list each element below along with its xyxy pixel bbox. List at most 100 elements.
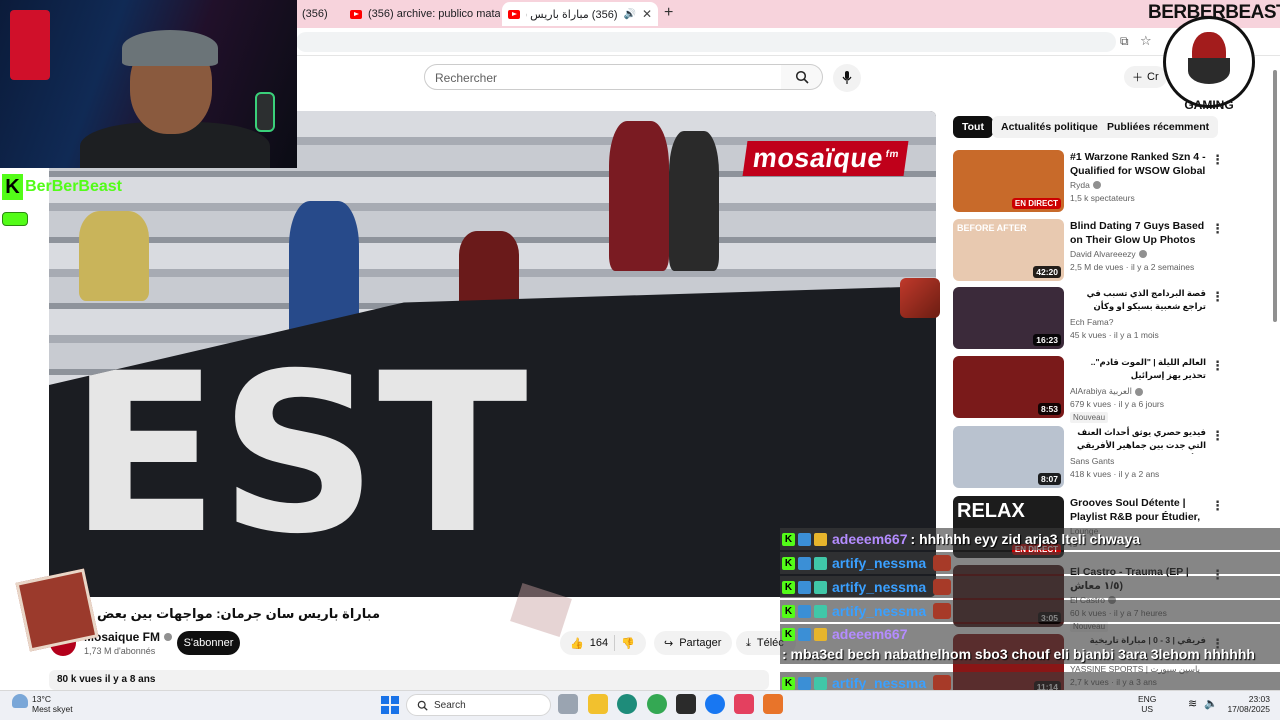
recommended-title[interactable]: Grooves Soul Détente | Playlist R&B pour… (1070, 496, 1206, 524)
recommended-channel[interactable]: David Alvareeezy (1070, 249, 1147, 259)
wifi-icon[interactable]: ≋ (1188, 697, 1197, 710)
close-tab-icon[interactable]: ✕ (642, 7, 652, 21)
video-thumbnail[interactable]: EN DIRECT (953, 150, 1064, 212)
verified-icon (1134, 387, 1143, 396)
file-explorer-icon[interactable] (588, 694, 608, 714)
recommended-title[interactable]: فيديو حصري يوثق أحداث العنف التي جدت بين… (1070, 426, 1206, 454)
video-thumbnail[interactable]: 8:07 (953, 426, 1064, 488)
tab-1[interactable]: (356) (296, 2, 344, 26)
new-tab-button[interactable]: + (664, 4, 673, 22)
like-dislike-group: 👍 164 👎 (560, 631, 646, 655)
facebook-icon[interactable] (705, 694, 725, 714)
chip-recent[interactable]: Publiées récemment (1098, 116, 1219, 138)
search-input[interactable]: Rechercher (424, 64, 782, 90)
watermark-fm: fm (884, 149, 900, 160)
clock[interactable]: 23:03 17/08/2025 (1226, 694, 1270, 714)
recommended-channel[interactable]: Ryda (1070, 180, 1101, 190)
chip-all[interactable]: Tout (953, 116, 993, 138)
chat-text: : mba3ed bech nabathelhom sbo3 chouf eli… (782, 646, 1255, 662)
cast-icon[interactable]: ⧉ (1120, 34, 1129, 49)
kick-channel-tag: K BerBerBeast (2, 174, 122, 200)
recommended-title[interactable]: #1 Warzone Ranked Szn 4 - Qualified for … (1070, 150, 1206, 178)
speaker-icon[interactable]: 🔊 (623, 9, 635, 20)
recommended-video[interactable]: BEFORE AFTER 42:20 Blind Dating 7 Guys Bas… (953, 219, 1224, 285)
more-options-icon[interactable]: ⋮ (1211, 498, 1224, 514)
more-options-icon[interactable]: ⋮ (1211, 152, 1224, 168)
chrome-icon[interactable] (647, 694, 667, 714)
chat-username: artify_nessma (832, 555, 927, 571)
kick-badge-icon: K (782, 676, 795, 690)
video-thumbnail[interactable]: 16:23 (953, 287, 1064, 349)
sub-badge-icon (798, 627, 811, 641)
app-icon[interactable] (676, 694, 696, 714)
duration-badge: 8:07 (1037, 473, 1061, 485)
scrollbar-thumb[interactable] (1273, 70, 1277, 322)
start-button[interactable] (381, 696, 399, 714)
windows-icon (381, 696, 390, 705)
thumbnail-text: BEFORE AFTER (957, 223, 1027, 233)
more-options-icon[interactable]: ⋮ (1211, 221, 1224, 237)
sub-badge-icon (798, 532, 811, 546)
sub-badge-icon (798, 676, 811, 690)
windows-taskbar (0, 690, 1280, 720)
dislike-icon[interactable]: 👎 (621, 637, 635, 650)
task-view-icon[interactable] (558, 694, 578, 714)
more-options-icon[interactable]: ⋮ (1211, 289, 1224, 305)
recommended-title[interactable]: قصة البردامج الذي تسبب في تراجع شعبية بس… (1070, 287, 1206, 315)
taskbar-search[interactable]: Search (406, 694, 551, 716)
chat-message: K artify_nessma (780, 576, 1280, 598)
chip-politics[interactable]: Actualités politiques (992, 116, 1113, 138)
volume-icon[interactable]: 🔈 (1204, 697, 1218, 710)
tab-3-active[interactable]: (356) مباراة باريس سان جرما 🔊 ✕ (502, 2, 658, 26)
tab-2[interactable]: (356) archive: publico matador ✕ (344, 2, 500, 26)
recommended-channel[interactable]: Sans Gants (1070, 456, 1114, 466)
microphone-icon (842, 71, 852, 84)
verified-icon (164, 633, 173, 641)
recommended-video[interactable]: 8:07 فيديو حصري يوثق أحداث العنف التي جدت… (953, 426, 1224, 492)
chat-message: K artify_nessma (780, 552, 1280, 574)
edge-icon[interactable] (617, 694, 637, 714)
vlc-icon[interactable] (763, 694, 783, 714)
chat-username: adeeem667 (832, 626, 908, 642)
subscribe-button[interactable]: S'abonner (177, 631, 240, 655)
verified-icon (1138, 250, 1147, 258)
url-field[interactable] (296, 32, 1116, 52)
more-options-icon[interactable]: ⋮ (1211, 358, 1224, 374)
recommended-video[interactable]: 16:23 قصة البردامج الذي تسبب في تراجع شعب… (953, 287, 1224, 353)
share-button[interactable]: ↪ Partager (654, 631, 732, 655)
recommended-channel[interactable]: AlArabiya العربية (1070, 386, 1143, 397)
sub-badge-icon (798, 580, 811, 594)
chat-emote-icon (933, 579, 952, 595)
floating-emote (900, 278, 940, 318)
recommended-video[interactable]: 8:53 العالم الليلة | "الموت قادم".. تحذير… (953, 356, 1224, 423)
video-thumbnail[interactable]: 8:53 (953, 356, 1064, 418)
recommended-title[interactable]: العالم الليلة | "الموت قادم".. تحذير يهز… (1070, 356, 1206, 382)
video-player[interactable]: ÉST mosaïquefm (49, 111, 936, 597)
chat-username: adeeem667 (832, 531, 908, 547)
search-button[interactable] (781, 64, 823, 90)
views-and-date: 80 k vues il y a 8 ans (57, 674, 156, 685)
kick-badge-icon: K (782, 627, 795, 641)
tab-label: (356) مباراة باريس سان جرما (526, 8, 618, 21)
like-icon[interactable]: 👍 (570, 637, 584, 650)
streamer-webcam (0, 0, 297, 168)
channel-name: AlArabiya العربية (1070, 386, 1132, 396)
weather-desc: Mest skyet (32, 704, 73, 714)
voice-search-button[interactable] (833, 64, 861, 92)
crown-badge-icon (814, 532, 827, 546)
taskbar-search-label: Search (434, 699, 466, 711)
description-box[interactable]: 80 k vues il y a 8 ans (49, 670, 769, 690)
like-count: 164 (589, 637, 609, 649)
recommended-title[interactable]: Blind Dating 7 Guys Based on Their Glow … (1070, 219, 1206, 247)
weather-widget[interactable]: 13°C Mest skyet (12, 694, 73, 714)
kick-toggle-widget (2, 212, 28, 226)
more-options-icon[interactable]: ⋮ (1211, 428, 1224, 444)
temperature: 13°C (32, 694, 51, 704)
recommended-video[interactable]: EN DIRECT #1 Warzone Ranked Szn 4 - Quali… (953, 150, 1224, 216)
video-thumbnail[interactable]: BEFORE AFTER 42:20 (953, 219, 1064, 281)
channel-watermark: mosaïquefm (742, 141, 909, 176)
recommended-channel[interactable]: Ech Fama? (1070, 317, 1113, 327)
instagram-icon[interactable] (734, 694, 754, 714)
input-language[interactable]: ENG US (1138, 694, 1156, 714)
chat-username: artify_nessma (832, 603, 927, 619)
